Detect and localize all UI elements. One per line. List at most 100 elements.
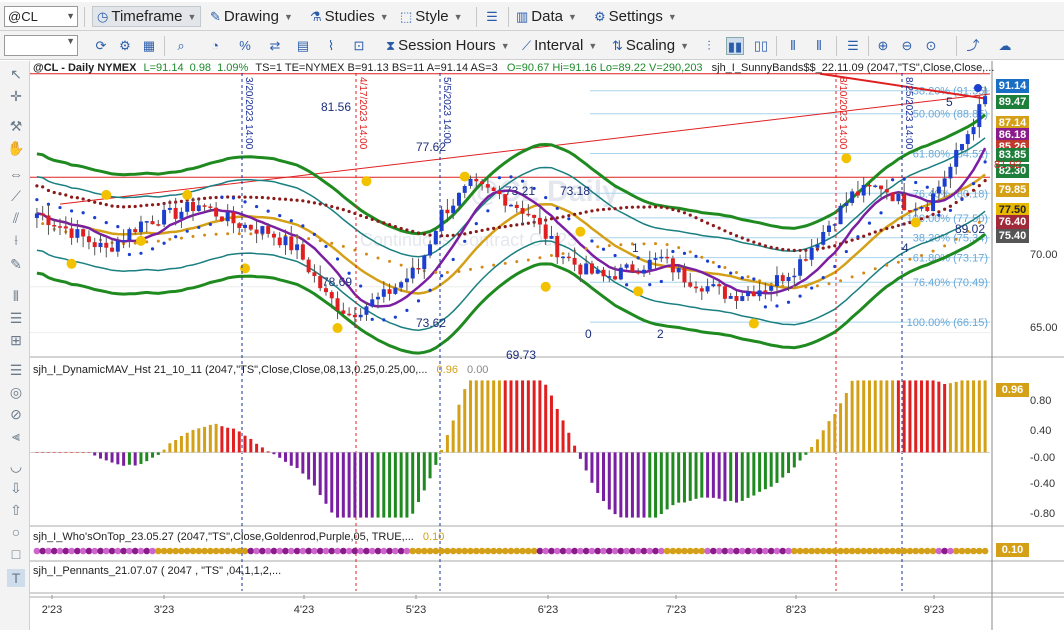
histogram-bar [538,380,542,453]
whos-on-top-dot [530,547,538,555]
blue-dot [971,182,976,186]
histogram-bar [561,420,565,453]
histogram-bar [908,380,912,453]
ray-icon[interactable]: ⟊ [7,231,25,249]
arrow-up-icon[interactable]: ⇧ [7,501,25,519]
blue-dot [520,179,525,183]
interval-input[interactable]: ▼ [4,35,78,56]
cycles-icon[interactable]: ☰ [7,361,25,379]
crosshair-icon[interactable]: ✛ [7,87,25,105]
histogram-bar [862,380,866,453]
pencil-line-icon[interactable]: ✎ [7,255,25,273]
magnifier-icon[interactable]: ⌕ [172,37,190,55]
link-icon[interactable]: ⚙ [116,37,134,55]
whos-on-top-dot [929,547,937,555]
whos-on-top-dot [201,547,208,555]
histogram-bar [590,452,594,483]
brown-dot [526,221,530,225]
circle-tool-icon[interactable]: ○ [7,523,25,541]
spiral-icon[interactable]: ◎ [7,383,25,401]
brown-dot [937,210,941,214]
brown-dot [711,224,715,228]
whos-on-top-dot [819,547,827,555]
histogram-bar [463,389,467,453]
hollow-candle-icon[interactable]: ▯▯ [752,37,770,55]
oscillator-axis-label: -0.40 [1030,478,1056,490]
session-hours-menu[interactable]: ⧗ Session Hours ▼ [386,35,510,56]
channel-icon[interactable]: ⫽ [7,209,25,227]
pan-icon[interactable]: ✋ [7,139,25,157]
scaling-menu[interactable]: ⇅ Scaling ▼ [612,35,689,56]
line-chart-icon[interactable]: ⌇ [322,37,340,55]
template-icon[interactable]: ▤ [294,37,312,55]
candle-body [815,244,820,248]
interval-menu[interactable]: ⟋ Interval ▼ [522,35,597,56]
symbol-input[interactable]: @CL ▼ [4,6,78,27]
histogram-bar [879,380,883,453]
candle-body [647,259,652,270]
whos-on-top-dot [669,547,677,555]
horizontal-resize-icon[interactable]: ⇔ [7,165,25,183]
bar-spacing-icon[interactable]: ⦀ [784,37,802,55]
brown-dot [977,184,981,188]
orange-dot [561,252,565,256]
brown-dot [237,195,241,199]
timeframe-menu[interactable]: ◷ Timeframe ▼ [92,6,202,27]
text-tool-icon[interactable]: T [7,569,25,587]
style-menu[interactable]: ⬚ Style ▼ [400,6,463,27]
histogram-bar [133,452,137,466]
brown-dot [156,202,160,207]
vertical-lines-icon[interactable]: ⫴ [7,287,25,305]
brown-dot [179,199,184,203]
cloud-icon[interactable]: ☁ [996,37,1014,55]
histogram-bar [145,452,149,462]
percent-icon[interactable]: % [236,37,254,55]
zoom-out-icon[interactable]: ⊖ [898,37,916,55]
price-chart[interactable]: @CL Daily Continuous Contract Oct23 38.2… [30,61,1064,630]
settings-menu[interactable]: ⚙ Settings ▼ [594,6,677,27]
zoom-in-icon[interactable]: ⊕ [874,37,892,55]
whos-on-top-dot [791,547,798,555]
brown-dot [659,205,663,209]
whos-on-top-dot [50,547,58,555]
layout-icon[interactable]: ☰ [483,8,501,26]
studies-menu[interactable]: ⚗ Studies ▼ [310,6,389,27]
arc-icon[interactable]: ◡ [7,457,25,475]
arrow-down-icon[interactable]: ⇩ [7,479,25,497]
add-study-icon[interactable]: ⤴ [964,37,982,55]
bar-width-icon[interactable]: ⦀ [810,37,828,55]
histogram-bar [602,452,606,502]
candle-body [954,149,959,167]
brown-dot [966,192,970,197]
fib-icon[interactable]: ☰ [7,309,25,327]
compare-icon[interactable]: ⇄ [266,37,284,55]
gann-icon[interactable]: ⊞ [7,331,25,349]
brown-dot [330,204,334,209]
zoom-chart-icon[interactable]: ⊡ [350,37,368,55]
data-menu[interactable]: ▥ Data ▼ [516,6,577,27]
brown-dot [653,205,658,209]
orange-dot [781,284,785,288]
histogram-bar [578,452,582,459]
zoom-fit-icon[interactable]: ⊙ [922,37,940,55]
candlestick-type-icon[interactable]: ▮▮ [726,37,744,55]
pointer-icon[interactable]: ↖ [7,65,25,83]
panes-icon[interactable]: ☰ [844,37,862,55]
grid-icon[interactable]: ▦ [140,37,158,55]
refresh-icon[interactable]: ⟳ [92,37,110,55]
brown-dot [688,213,692,217]
speed-lines-icon[interactable]: ⫷ [7,427,25,445]
brown-dot [734,234,739,238]
speed-icon[interactable]: ◔ [206,37,224,55]
blue-dot [150,247,155,251]
histogram-bar [318,452,322,495]
blue-dot [497,176,502,180]
ellipse-tool-icon[interactable]: ⊘ [7,405,25,423]
wrench-icon[interactable]: ⚒ [7,117,25,135]
drawing-menu[interactable]: ✎ Drawing ▼ [210,6,293,27]
brown-dot [122,205,126,209]
rectangle-tool-icon[interactable]: □ [7,545,25,563]
brown-dot [492,226,496,230]
bar-chart-type-icon[interactable]: ⫶ [700,37,718,55]
trendline-icon[interactable]: ⟋ [7,187,25,205]
